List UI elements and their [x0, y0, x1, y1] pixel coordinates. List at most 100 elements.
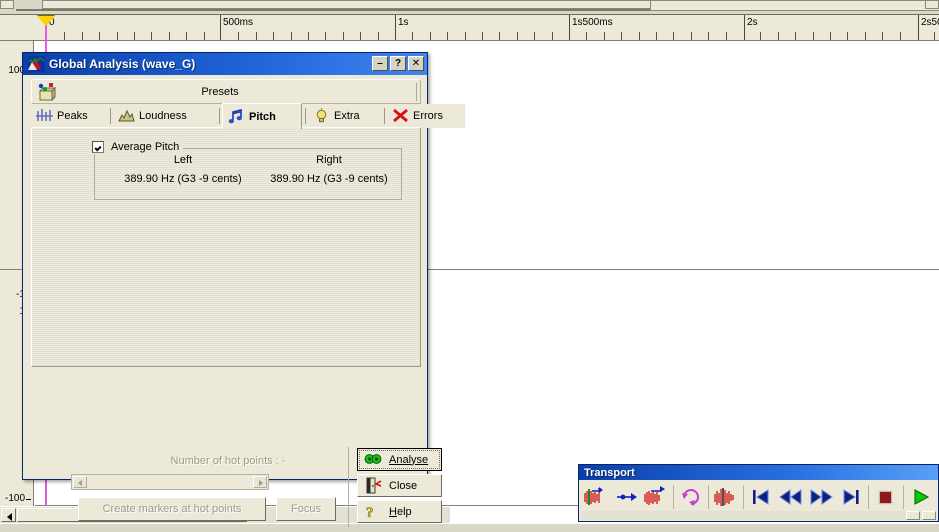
frame-corner-right — [925, 0, 939, 9]
analysis-tab-strip[interactable]: Peaks Loudness Pitch — [31, 104, 421, 128]
tab-pitch[interactable]: Pitch — [222, 103, 302, 129]
ruler-minor-tick — [465, 32, 466, 41]
ruler-minor-tick — [308, 32, 309, 41]
ruler-minor-tick — [847, 32, 848, 41]
tab-peaks[interactable]: Peaks — [31, 104, 109, 128]
transport-window[interactable]: Transport — [578, 464, 939, 522]
ruler-minor-tick — [726, 32, 727, 41]
help-button[interactable]: ? — [390, 56, 406, 71]
play-selection-start-button[interactable] — [581, 482, 611, 512]
fast-forward-button[interactable] — [806, 482, 836, 512]
ruler-minor-tick — [412, 32, 413, 41]
tab-separator — [384, 108, 385, 124]
waveform-mountain-icon — [28, 56, 45, 72]
ruler-minor-tick — [760, 32, 761, 41]
tab-pitch-label: Pitch — [249, 111, 276, 123]
ruler-minor-tick — [82, 32, 83, 41]
goto-point-button[interactable] — [611, 482, 641, 512]
create-markers-button[interactable]: Create markers at hot points — [78, 497, 266, 521]
tab-errors-label: Errors — [413, 110, 443, 122]
transport-scroll-extra-button[interactable] — [922, 511, 936, 520]
cursor-triangle-icon — [37, 16, 55, 26]
play-around-cursor-button[interactable] — [711, 482, 741, 512]
global-analysis-dialog[interactable]: Global Analysis (wave_G) – ? ✕ Presets — [22, 52, 428, 480]
ruler-minor-tick — [430, 32, 431, 41]
tab-loudness[interactable]: Loudness — [113, 104, 218, 128]
go-to-end-button[interactable] — [836, 482, 866, 512]
average-pitch-legend[interactable]: Average Pitch — [88, 140, 183, 154]
play-button[interactable] — [906, 482, 936, 512]
tab-loudness-label: Loudness — [139, 110, 187, 122]
close-dialog-button[interactable]: Close — [357, 474, 442, 497]
column-header-right: Right — [254, 154, 404, 166]
rewind-button[interactable] — [776, 482, 806, 512]
tab-extra-label: Extra — [334, 110, 360, 122]
ruler-label: 1s500ms — [572, 17, 613, 28]
ruler-minor-tick — [934, 32, 935, 41]
amplitude-tick — [26, 499, 31, 500]
skip-back-icon — [750, 487, 772, 507]
transport-titlebar[interactable]: Transport — [579, 465, 938, 480]
play-to-end-button[interactable] — [641, 482, 671, 512]
transport-toolbar[interactable] — [581, 481, 936, 513]
ruler-minor-tick — [639, 32, 640, 41]
presets-toolbar[interactable]: Presets — [31, 79, 421, 104]
focus-button[interactable]: Focus — [276, 497, 336, 521]
lightbulb-icon — [313, 108, 330, 124]
close-button[interactable]: ✕ — [408, 56, 424, 71]
amplitude-label: -100 — [5, 493, 25, 504]
stop-button[interactable] — [871, 482, 901, 512]
go-to-start-button[interactable] — [746, 482, 776, 512]
ruler-minor-tick — [291, 32, 292, 41]
minimize-button[interactable]: – — [372, 56, 388, 71]
time-ruler[interactable]: 0500ms1s1s500ms2s2s500ms — [0, 14, 939, 41]
chevron-left-icon — [7, 513, 12, 521]
dialog-titlebar-buttons: – ? ✕ — [372, 56, 424, 71]
slider-left-button[interactable] — [73, 476, 87, 488]
ruler-minor-tick — [447, 32, 448, 41]
transport-title: Transport — [584, 467, 635, 479]
value-left-channel: 389.90 Hz (G3 -9 cents) — [98, 173, 268, 185]
ruler-minor-tick — [604, 32, 605, 41]
ruler-minor-tick — [691, 32, 692, 41]
focus-label: Focus — [291, 503, 321, 515]
loop-button[interactable] — [676, 482, 706, 512]
dialog-titlebar[interactable]: Global Analysis (wave_G) – ? ✕ — [23, 53, 427, 75]
help-label: Help — [389, 506, 412, 518]
ruler-minor-tick — [238, 32, 239, 41]
tab-separator — [110, 108, 111, 124]
transport-scrollbar[interactable] — [581, 511, 936, 520]
ruler-minor-tick — [256, 32, 257, 41]
frame-corner-left — [0, 0, 14, 9]
red-x-icon — [392, 108, 409, 124]
analyse-button[interactable]: Analyse — [357, 448, 442, 471]
help-icon: ? — [395, 59, 401, 69]
close-icon: ✕ — [412, 59, 420, 69]
ruler-major-tick — [744, 15, 745, 41]
presets-label: Presets — [32, 86, 408, 98]
transport-scroll-right-button[interactable] — [906, 511, 920, 520]
hot-points-slider[interactable] — [71, 474, 269, 490]
slider-right-button[interactable] — [253, 476, 267, 488]
ruler-minor-tick — [499, 32, 500, 41]
tab-extra[interactable]: Extra — [308, 104, 383, 128]
scroll-left-button[interactable] — [1, 508, 16, 522]
ruler-major-tick — [395, 15, 396, 41]
ruler-minor-tick — [169, 32, 170, 41]
ruler-minor-tick — [621, 32, 622, 41]
blue-arrow-point-icon — [614, 486, 638, 508]
window-top-frame — [0, 0, 939, 14]
transport-separator — [708, 485, 709, 509]
help-dialog-button[interactable]: ? Help — [357, 500, 442, 523]
status-strip — [0, 523, 939, 532]
ruler-label: 500ms — [223, 17, 253, 28]
average-pitch-checkbox[interactable] — [92, 141, 104, 153]
chevron-right-icon — [259, 480, 263, 486]
ruler-minor-tick — [586, 32, 587, 41]
wave-split-icon — [713, 486, 739, 508]
ruler-minor-tick — [795, 32, 796, 41]
ruler-minor-tick — [64, 32, 65, 41]
loudness-icon — [118, 108, 135, 124]
tab-errors[interactable]: Errors — [387, 104, 465, 128]
dialog-title: Global Analysis (wave_G) — [49, 57, 195, 71]
